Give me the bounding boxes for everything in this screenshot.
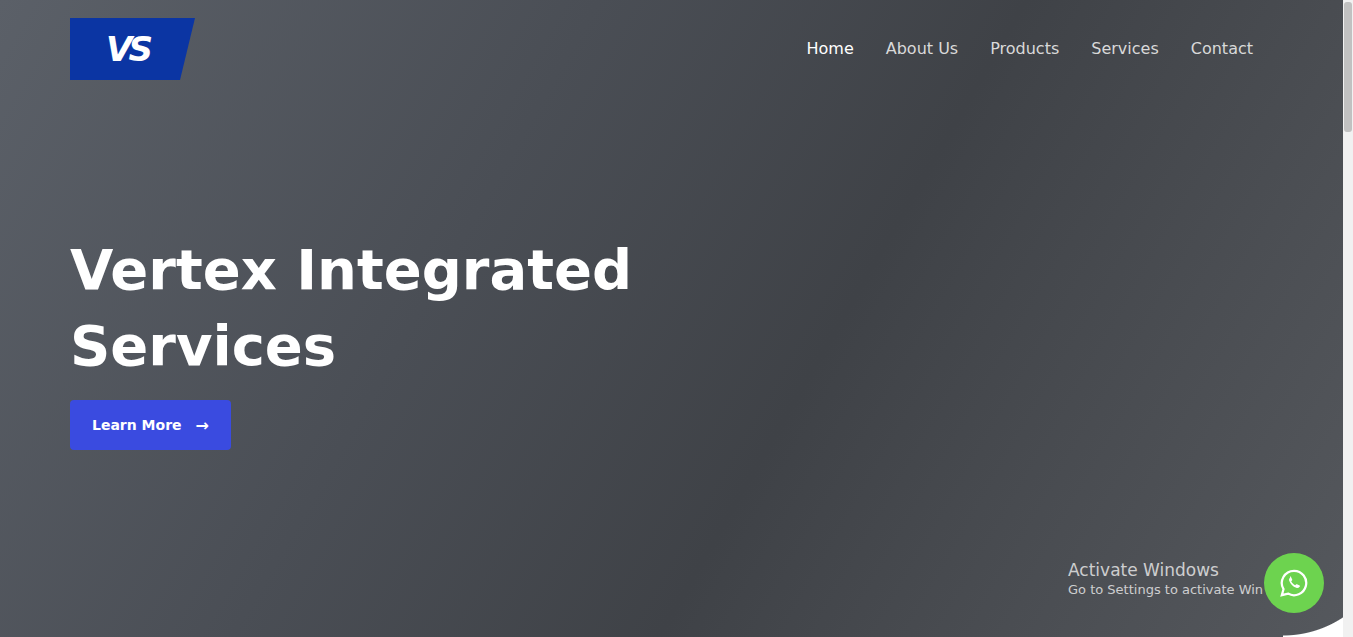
scrollbar[interactable]: [1343, 0, 1353, 637]
nav-item[interactable]: Home: [807, 39, 854, 58]
button-label: Learn More: [92, 417, 182, 433]
site-logo[interactable]: VS: [70, 18, 195, 80]
logo-text: VS: [106, 29, 149, 69]
watermark-subtitle: Go to Settings to activate Win: [1068, 581, 1263, 599]
site-header: VS Home About Us Products Services Contact: [0, 0, 1343, 80]
scrollbar-thumb[interactable]: [1344, 2, 1352, 132]
nav-item[interactable]: Products: [990, 39, 1059, 58]
arrow-icon: →: [196, 416, 209, 435]
activate-windows-watermark: Activate WindowsGo to Settings to activa…: [1068, 559, 1263, 599]
nav-item[interactable]: Contact: [1191, 39, 1253, 58]
nav-item[interactable]: About Us: [886, 39, 958, 58]
hero-title: Vertex Integrated Services: [70, 232, 770, 384]
watermark-title: Activate Windows: [1068, 559, 1263, 581]
hero-section: VS Home About Us Products Services Contact Ver…: [0, 0, 1343, 637]
main-nav: Home About Us Products Services Contact: [807, 18, 1254, 58]
whatsapp-icon: [1279, 568, 1309, 598]
nav-item[interactable]: Services: [1091, 39, 1158, 58]
whatsapp-button[interactable]: [1264, 553, 1324, 613]
hero-content: Vertex Integrated Services Learn More →: [0, 80, 1343, 450]
learn-more-button[interactable]: Learn More →: [70, 400, 231, 450]
